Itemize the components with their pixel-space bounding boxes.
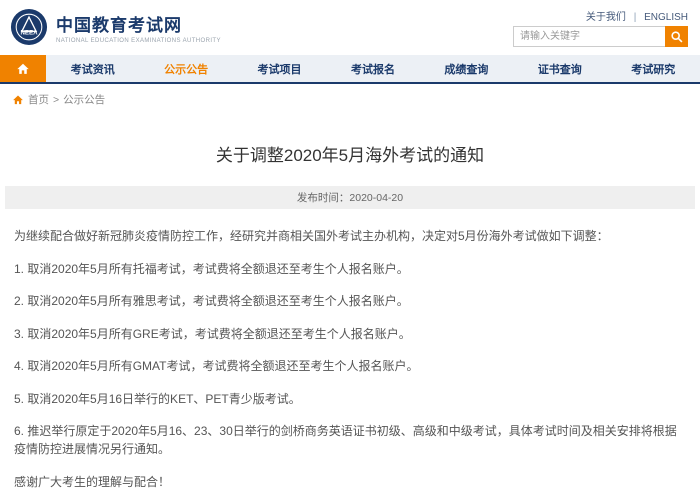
nav-item-score-inquiry[interactable]: 成绩查询	[420, 55, 513, 82]
breadcrumb: 首页 > 公示公告	[0, 84, 700, 113]
site-name: 中国教育考试网	[56, 11, 221, 36]
nav-item-exam-research[interactable]: 考试研究	[607, 55, 700, 82]
nav-item-public-notices[interactable]: 公示公告	[139, 55, 232, 82]
article-paragraph: 4. 取消2020年5月所有GMAT考试，考试费将全额退还至考生个人报名账户。	[14, 357, 686, 375]
search-button[interactable]	[665, 26, 688, 47]
article-paragraph: 5. 取消2020年5月16日举行的KET、PET青少版考试。	[14, 390, 686, 408]
logo-acronym: NEEA	[20, 30, 38, 37]
publish-date-bar: 发布时间：2020-04-20	[5, 186, 695, 209]
nav-item-exam-news[interactable]: 考试资讯	[46, 55, 139, 82]
breadcrumb-separator: >	[53, 94, 59, 106]
article-paragraph: 6. 推迟举行原定于2020年5月16、23、30日举行的剑桥商务英语证书初级、…	[14, 422, 686, 458]
home-icon	[16, 62, 30, 76]
publish-date: 发布时间：2020-04-20	[297, 190, 403, 205]
site-subtitle: NATIONAL EDUCATION EXAMINATIONS AUTHORIT…	[56, 38, 221, 44]
about-us-link[interactable]: 关于我们	[586, 12, 626, 23]
article-paragraph: 3. 取消2020年5月所有GRE考试，考试费将全额退还至考生个人报名账户。	[14, 325, 686, 343]
search-icon	[670, 30, 684, 44]
site-logo[interactable]: NEEA 中国教育考试网 NATIONAL EDUCATION EXAMINAT…	[10, 8, 221, 46]
utility-links: 关于我们 | ENGLISH	[586, 8, 688, 23]
page-title: 关于调整2020年5月海外考试的通知	[0, 141, 700, 166]
nav-item-exam-registration[interactable]: 考试报名	[326, 55, 419, 82]
site-header: NEEA 中国教育考试网 NATIONAL EDUCATION EXAMINAT…	[0, 0, 700, 55]
search-box	[513, 26, 688, 47]
english-link[interactable]: ENGLISH	[644, 12, 688, 23]
neea-logo-icon: NEEA	[10, 8, 48, 46]
link-separator: |	[634, 12, 637, 23]
article-paragraph: 2. 取消2020年5月所有雅思考试，考试费将全额退还至考生个人报名账户。	[14, 292, 686, 310]
nav-home-button[interactable]	[0, 55, 46, 82]
main-nav: 考试资讯 公示公告 考试项目 考试报名 成绩查询 证书查询 考试研究	[0, 55, 700, 84]
article-paragraph: 为继续配合做好新冠肺炎疫情防控工作，经研究并商相关国外考试主办机构，决定对5月份…	[14, 227, 686, 245]
site-title-block: 中国教育考试网 NATIONAL EDUCATION EXAMINATIONS …	[56, 11, 221, 44]
article-paragraph: 1. 取消2020年5月所有托福考试，考试费将全额退还至考生个人报名账户。	[14, 260, 686, 278]
nav-item-exam-programs[interactable]: 考试项目	[233, 55, 326, 82]
article-body: 为继续配合做好新冠肺炎疫情防控工作，经研究并商相关国外考试主办机构，决定对5月份…	[0, 209, 700, 500]
search-input[interactable]	[513, 26, 665, 47]
article-paragraph: 感谢广大考生的理解与配合！	[14, 473, 686, 491]
breadcrumb-current: 公示公告	[63, 92, 105, 107]
breadcrumb-home-link[interactable]: 首页	[28, 92, 49, 107]
breadcrumb-home-icon	[12, 94, 24, 106]
nav-item-certificate-inquiry[interactable]: 证书查询	[513, 55, 606, 82]
